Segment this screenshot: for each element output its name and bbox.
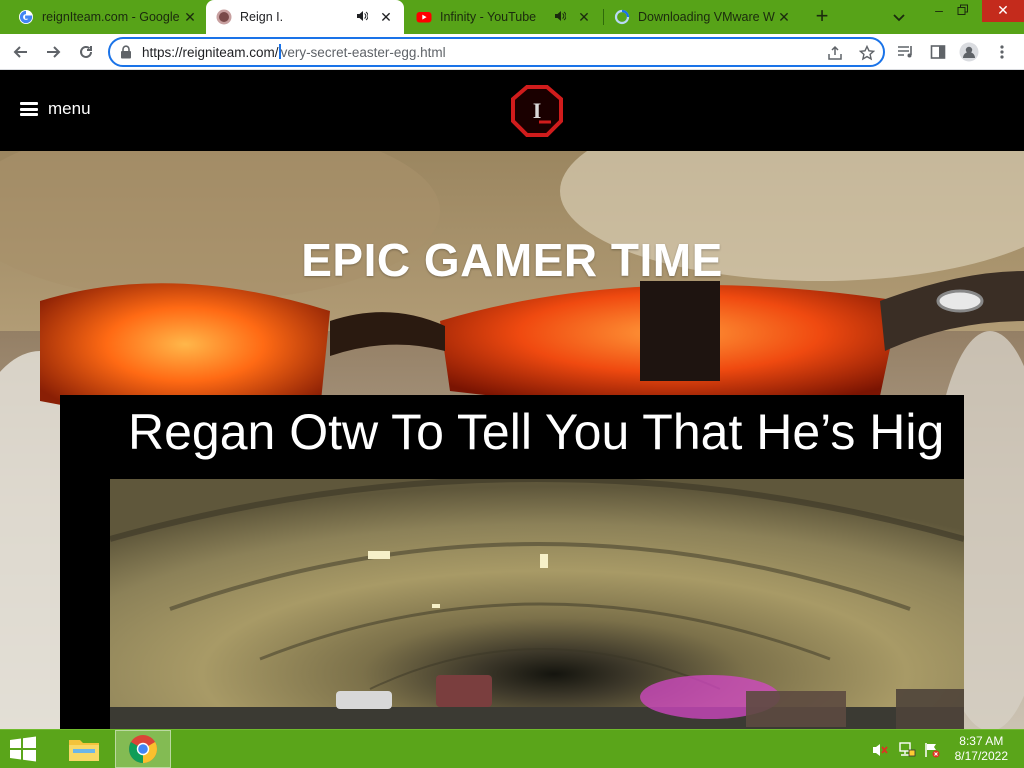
speaker-icon[interactable] xyxy=(354,10,370,25)
profile-avatar-icon[interactable] xyxy=(959,42,979,62)
google-icon xyxy=(18,9,34,25)
reload-icon xyxy=(80,45,92,58)
tab-strip: reignIteam.com - Google ✕ Reign I. ✕ Inf… xyxy=(0,0,1024,34)
media-controls-icon[interactable] xyxy=(896,42,916,62)
lock-icon[interactable] xyxy=(120,45,132,59)
more-options-icon[interactable] xyxy=(992,42,1012,62)
address-bar[interactable]: https://reigniteam.com/very-secret-easte… xyxy=(108,37,885,67)
site-header: menu I xyxy=(0,71,1024,151)
bookmark-star-icon[interactable] xyxy=(857,43,877,63)
close-window-icon[interactable]: ✕ xyxy=(982,0,1024,22)
hero-background: EPIC GAMER TIME Regan Otw To Tell You Th… xyxy=(0,151,1024,729)
action-center-flag-icon[interactable] xyxy=(924,742,940,758)
share-icon[interactable] xyxy=(825,43,845,63)
windows-taskbar: 8:37 AM 8/17/2022 xyxy=(0,729,1024,768)
tab-vmware[interactable]: Downloading VMware W ✕ xyxy=(604,0,802,34)
clock-time: 8:37 AM xyxy=(959,734,1004,748)
speaker-icon[interactable] xyxy=(552,10,568,25)
chrome-icon xyxy=(129,735,157,763)
system-clock[interactable]: 8:37 AM 8/17/2022 xyxy=(955,734,1008,764)
back-button[interactable] xyxy=(9,40,33,64)
menu-label: menu xyxy=(48,99,91,118)
file-explorer-taskbar-button[interactable] xyxy=(56,730,112,768)
site-logo[interactable]: I xyxy=(509,85,565,137)
web-page: menu I EPIC GAMER TIME Regan Otw To Tell… xyxy=(0,71,1024,729)
reign-logo-icon xyxy=(216,9,232,25)
tunnel-video-frame xyxy=(110,479,964,729)
restore-icon[interactable] xyxy=(948,0,978,22)
close-tab-icon[interactable]: ✕ xyxy=(378,9,394,26)
close-tab-icon[interactable]: ✕ xyxy=(576,9,592,26)
url-path: very-secret-easter-egg.html xyxy=(280,45,446,60)
chrome-taskbar-button[interactable] xyxy=(115,730,171,768)
logo-letter: I xyxy=(533,98,542,123)
video-player[interactable] xyxy=(110,479,964,729)
tab-title: Infinity - YouTube xyxy=(440,10,537,24)
loading-spinner-icon xyxy=(614,9,630,25)
network-icon[interactable] xyxy=(898,742,916,758)
reload-button[interactable] xyxy=(74,40,98,64)
volume-muted-icon[interactable] xyxy=(872,742,888,758)
forward-arrow-icon xyxy=(47,46,61,58)
forward-button[interactable] xyxy=(41,40,65,64)
clock-date: 8/17/2022 xyxy=(954,749,1008,763)
youtube-icon xyxy=(416,9,432,25)
tab-title: reignIteam.com - Google xyxy=(42,10,180,24)
close-tab-icon[interactable]: ✕ xyxy=(182,9,198,26)
close-tab-icon[interactable]: ✕ xyxy=(776,9,792,26)
windows-logo-icon xyxy=(10,736,36,762)
new-tab-button[interactable]: + xyxy=(810,5,834,29)
back-arrow-icon xyxy=(13,46,27,58)
tab-search-chevron-icon[interactable] xyxy=(890,8,908,26)
tab-title: Reign I. xyxy=(240,10,284,24)
video-embed[interactable]: Regan Otw To Tell You That He’s Hig xyxy=(60,395,964,729)
side-panel-icon[interactable] xyxy=(928,42,948,62)
tab-google-search[interactable]: reignIteam.com - Google ✕ xyxy=(8,0,208,34)
tab-youtube[interactable]: Infinity - YouTube ✕ xyxy=(406,0,602,34)
tab-reign-active[interactable]: Reign I. ✕ xyxy=(206,0,404,34)
hero-title: EPIC GAMER TIME xyxy=(301,234,723,286)
menu-button[interactable]: menu xyxy=(20,99,91,119)
browser-toolbar: https://reigniteam.com/very-secret-easte… xyxy=(0,34,1024,70)
url-text[interactable]: https://reigniteam.com/very-secret-easte… xyxy=(142,44,446,60)
video-title[interactable]: Regan Otw To Tell You That He’s Hig xyxy=(128,403,944,461)
tab-title: Downloading VMware W xyxy=(638,10,775,24)
hamburger-icon xyxy=(20,102,38,116)
windows-start-button[interactable] xyxy=(8,736,38,762)
folder-icon xyxy=(69,740,99,761)
url-host: https://reigniteam.com/ xyxy=(142,45,279,60)
